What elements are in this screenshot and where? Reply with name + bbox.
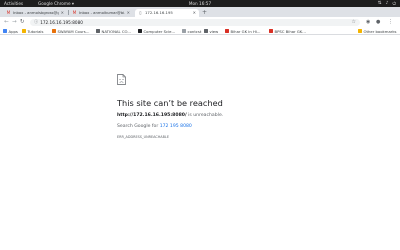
- forward-arrow-icon[interactable]: →: [12, 19, 17, 26]
- search-prefix: Search Google for: [117, 124, 160, 129]
- bookmark-national[interactable]: NATIONAL CO...: [96, 29, 131, 34]
- bookmark-computer-science[interactable]: Computer Scie...: [138, 29, 175, 34]
- page-icon: [225, 29, 229, 33]
- swayam-icon: [52, 29, 56, 33]
- bookmark-view[interactable]: view: [204, 29, 218, 34]
- error-host: http://172.16.16.195:8080/: [117, 113, 187, 118]
- url-text[interactable]: 172.16.16.195:8080: [40, 20, 83, 25]
- page-icon: [138, 29, 142, 33]
- bookmark-other[interactable]: Other bookmarks: [358, 29, 397, 34]
- volume-icon: ♪: [385, 0, 389, 6]
- bookmarks-bar: Apps Tutorials SWAYAM Cours... NATIONAL …: [0, 27, 400, 35]
- tab-title: 172.16.16.195: [145, 10, 173, 16]
- page-icon: [269, 29, 273, 33]
- folder-icon: [22, 29, 26, 33]
- address-bar[interactable]: ⓘ 172.16.16.195:8080 ☆: [30, 18, 360, 26]
- tab-inbox-2[interactable]: M Inbox - anmolkumar@bi... ✕: [69, 9, 133, 18]
- info-icon[interactable]: ⓘ: [34, 19, 38, 25]
- close-icon[interactable]: ✕: [61, 10, 64, 15]
- back-arrow-icon[interactable]: ←: [4, 19, 9, 26]
- tab-inbox-1[interactable]: M Inbox - anmolsbgross@g... ✕: [3, 9, 67, 18]
- bookmark-apps[interactable]: Apps: [3, 29, 18, 34]
- close-icon[interactable]: ✕: [193, 10, 196, 15]
- browser-toolbar: ← → ↻ ⓘ 172.16.16.195:8080 ☆ ◉ ● ⋮: [0, 17, 400, 27]
- reload-icon[interactable]: ↻: [20, 19, 25, 26]
- tab-active-ip[interactable]: ▯ 172.16.16.195 ✕: [135, 8, 199, 17]
- apps-grid-icon: [3, 29, 7, 33]
- error-page: This site can’t be reached http://172.16…: [0, 35, 400, 250]
- error-heading: This site can’t be reached: [117, 98, 223, 108]
- bookmark-tutorials[interactable]: Tutorials: [22, 29, 43, 34]
- error-unreachable-text: is unreachable.: [186, 113, 224, 118]
- bookmark-swayam[interactable]: SWAYAM Cours...: [52, 29, 89, 34]
- system-top-bar: Activities Google Chrome ▾ Mon 16:57 ⇅ ♪…: [0, 0, 400, 7]
- bookmark-bpsc[interactable]: BPSC Bihar GK...: [269, 29, 306, 34]
- menu-kebab-icon[interactable]: ⋮: [388, 19, 393, 26]
- error-message: http://172.16.16.195:8080/ is unreachabl…: [117, 113, 223, 118]
- system-tray[interactable]: ⇅ ♪ ⏻: [378, 1, 396, 7]
- page-icon: [96, 29, 100, 33]
- sad-document-icon: [117, 74, 126, 85]
- gmail-icon: M: [72, 10, 77, 16]
- bookmark-bihar-gk[interactable]: Bihar GK in Hi...: [225, 29, 261, 34]
- bookmark-contcst[interactable]: contcst: [182, 29, 201, 34]
- search-suggestion: Search Google for 172 195 8080: [117, 124, 192, 129]
- gmail-icon: M: [6, 10, 11, 16]
- tab-title: Inbox - anmolsbgross@g...: [13, 10, 59, 16]
- bookmark-star-icon[interactable]: ☆: [352, 19, 356, 26]
- tab-strip: M Inbox - anmolsbgross@g... ✕ M Inbox - …: [0, 7, 400, 17]
- page-icon: [204, 29, 208, 33]
- tab-title: Inbox - anmolkumar@bi...: [79, 10, 125, 16]
- desktop-screen: Activities Google Chrome ▾ Mon 16:57 ⇅ ♪…: [0, 0, 400, 250]
- profile-avatar-icon[interactable]: ●: [376, 19, 380, 26]
- new-tab-button[interactable]: +: [202, 9, 207, 16]
- close-icon[interactable]: ✕: [127, 10, 130, 15]
- page-icon: [182, 29, 186, 33]
- search-google-link[interactable]: 172 195 8080: [160, 124, 192, 129]
- clock[interactable]: Mon 16:57: [0, 1, 400, 6]
- power-icon: ⏻: [392, 1, 396, 7]
- folder-icon: [358, 29, 362, 33]
- error-code: ERR_ADDRESS_UNREACHABLE: [117, 135, 169, 139]
- document-icon: ▯: [139, 10, 142, 16]
- network-icon: ⇅: [377, 0, 382, 6]
- extension-icon[interactable]: ◉: [366, 19, 370, 26]
